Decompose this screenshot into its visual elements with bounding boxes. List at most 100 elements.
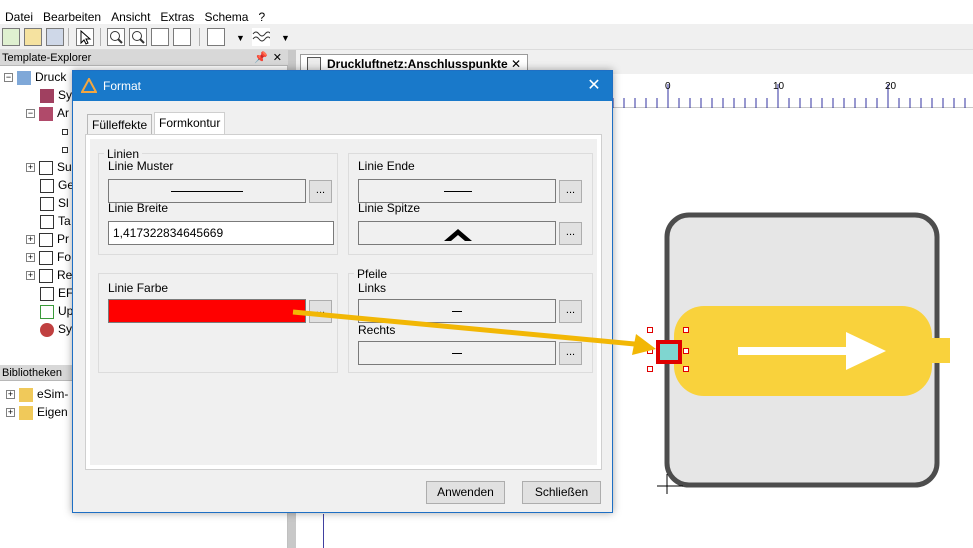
chevron-down-icon[interactable]: ▼ bbox=[236, 33, 245, 43]
links-label: Links bbox=[358, 281, 387, 295]
explorer-title: Template-Explorer bbox=[2, 52, 92, 64]
library-item[interactable]: + eSim- bbox=[6, 386, 68, 403]
tab-panel-content: Linien Linie Muster ... Linie Breite 1,4… bbox=[90, 139, 597, 465]
tree-item-label: Pr bbox=[57, 232, 69, 246]
zoom-window-icon[interactable] bbox=[173, 28, 191, 46]
dialog-title-bar[interactable]: Format bbox=[73, 71, 612, 101]
tree-item-label: Re bbox=[57, 268, 73, 282]
zoom-out-icon[interactable] bbox=[129, 28, 147, 46]
tree-item-label: Ta bbox=[58, 214, 71, 228]
menu-bearbeiten[interactable]: Bearbeiten bbox=[38, 10, 106, 24]
system-icon bbox=[40, 322, 54, 337]
update-icon bbox=[40, 304, 54, 319]
chevron-down-icon[interactable]: ▼ bbox=[281, 33, 290, 43]
selection-handle[interactable] bbox=[647, 327, 653, 333]
tree-item[interactable]: + Su bbox=[26, 159, 72, 176]
library-item[interactable]: + Eigen bbox=[6, 404, 68, 421]
toolbar-separator bbox=[68, 28, 69, 46]
tree-item[interactable]: Sl bbox=[40, 195, 69, 212]
expand-icon[interactable]: + bbox=[6, 390, 15, 400]
linie-spitze-button[interactable]: ... bbox=[559, 222, 582, 245]
zoom-fit-icon[interactable] bbox=[151, 28, 169, 46]
tree-item[interactable]: Ta bbox=[40, 213, 71, 230]
tree-item[interactable]: + Re bbox=[26, 267, 72, 284]
connector-point[interactable] bbox=[656, 340, 682, 364]
linie-muster-button[interactable]: ... bbox=[309, 180, 332, 203]
tree-item[interactable]: − Ar bbox=[26, 105, 69, 122]
expand-icon[interactable]: + bbox=[26, 235, 35, 245]
close-icon[interactable]: ✕ bbox=[584, 76, 604, 96]
tab-panel: Linien Linie Muster ... Linie Breite 1,4… bbox=[85, 134, 602, 470]
line-sample bbox=[452, 311, 462, 312]
wave-icon[interactable] bbox=[252, 28, 272, 46]
pointer-icon[interactable] bbox=[76, 28, 94, 46]
selection-handle[interactable] bbox=[683, 348, 689, 354]
open-icon[interactable] bbox=[24, 28, 42, 46]
tree-item[interactable]: + Fo bbox=[26, 249, 71, 266]
tree-item[interactable]: − Druck bbox=[4, 69, 66, 86]
expand-icon[interactable]: + bbox=[26, 163, 35, 173]
linie-spitze-label: Linie Spitze bbox=[358, 201, 421, 215]
tab-label: Formkontur bbox=[159, 116, 221, 130]
tree-item[interactable]: Ge bbox=[40, 177, 74, 194]
pin-icon[interactable]: 📌 bbox=[254, 50, 268, 66]
table-icon bbox=[40, 214, 54, 229]
menu-schema[interactable]: Schema bbox=[199, 10, 253, 24]
line-sample bbox=[171, 191, 243, 192]
tree-item[interactable]: Up bbox=[40, 303, 73, 320]
linie-muster-preview[interactable] bbox=[108, 179, 306, 203]
links-preview[interactable] bbox=[358, 299, 556, 323]
rechts-preview[interactable] bbox=[358, 341, 556, 365]
selection-handle[interactable] bbox=[683, 327, 689, 333]
linie-ende-preview[interactable] bbox=[358, 179, 556, 203]
new-icon[interactable] bbox=[2, 28, 20, 46]
selection-handle[interactable] bbox=[647, 366, 653, 372]
item-icon bbox=[62, 146, 68, 153]
menu-help[interactable]: ? bbox=[253, 10, 270, 24]
tree-item[interactable]: Sy bbox=[40, 87, 72, 104]
collapse-icon[interactable]: − bbox=[4, 73, 13, 83]
tab-fuelleffekte[interactable]: Fülleffekte bbox=[87, 114, 153, 136]
tree-item[interactable] bbox=[62, 141, 72, 158]
rechts-label: Rechts bbox=[358, 323, 396, 337]
links-button[interactable]: ... bbox=[559, 300, 582, 323]
report-icon bbox=[39, 268, 53, 283]
expand-icon[interactable]: + bbox=[26, 253, 35, 263]
linie-breite-input[interactable]: 1,417322834645669 bbox=[108, 221, 334, 245]
tree-item[interactable]: EF bbox=[40, 285, 73, 302]
tab-formkontur[interactable]: Formkontur bbox=[154, 112, 226, 136]
linie-ende-label: Linie Ende bbox=[358, 159, 415, 173]
symbol-icon bbox=[40, 88, 54, 103]
menu-bar: Datei Bearbeiten Ansicht Extras Schema ? bbox=[0, 0, 973, 24]
menu-extras[interactable]: Extras bbox=[155, 10, 199, 24]
save-icon[interactable] bbox=[46, 28, 64, 46]
folder-icon bbox=[19, 405, 33, 420]
expand-icon[interactable]: + bbox=[26, 271, 35, 281]
selection-handle[interactable] bbox=[683, 366, 689, 372]
item-icon bbox=[62, 128, 68, 135]
linie-spitze-preview[interactable] bbox=[358, 221, 556, 245]
libraries-title: Bibliotheken bbox=[2, 367, 62, 379]
tree-item[interactable]: Sy bbox=[40, 321, 72, 338]
linie-farbe-button[interactable]: ... bbox=[309, 300, 332, 323]
outlet-tab bbox=[928, 338, 950, 363]
layout-icon[interactable] bbox=[207, 28, 225, 46]
collapse-icon[interactable]: − bbox=[26, 109, 35, 119]
close-icon[interactable]: ✕ bbox=[273, 50, 282, 66]
pfeile-group-label: Pfeile bbox=[354, 267, 391, 281]
tree-item[interactable]: + Pr bbox=[26, 231, 69, 248]
menu-ansicht[interactable]: Ansicht bbox=[106, 10, 155, 24]
selection-handle[interactable] bbox=[647, 348, 653, 354]
rechts-button[interactable]: ... bbox=[559, 342, 582, 365]
menu-datei[interactable]: Datei bbox=[0, 10, 38, 24]
linie-farbe-swatch[interactable] bbox=[108, 299, 306, 323]
zoom-in-icon[interactable] bbox=[107, 28, 125, 46]
close-button[interactable]: Schließen bbox=[522, 481, 601, 504]
linie-ende-button[interactable]: ... bbox=[559, 180, 582, 203]
expand-icon[interactable]: + bbox=[6, 408, 15, 418]
tree-item-label: Fo bbox=[57, 250, 72, 264]
tree-item-label: Su bbox=[57, 160, 72, 174]
tree-item[interactable] bbox=[62, 123, 72, 140]
folder-icon bbox=[17, 70, 31, 85]
apply-button[interactable]: Anwenden bbox=[426, 481, 505, 504]
